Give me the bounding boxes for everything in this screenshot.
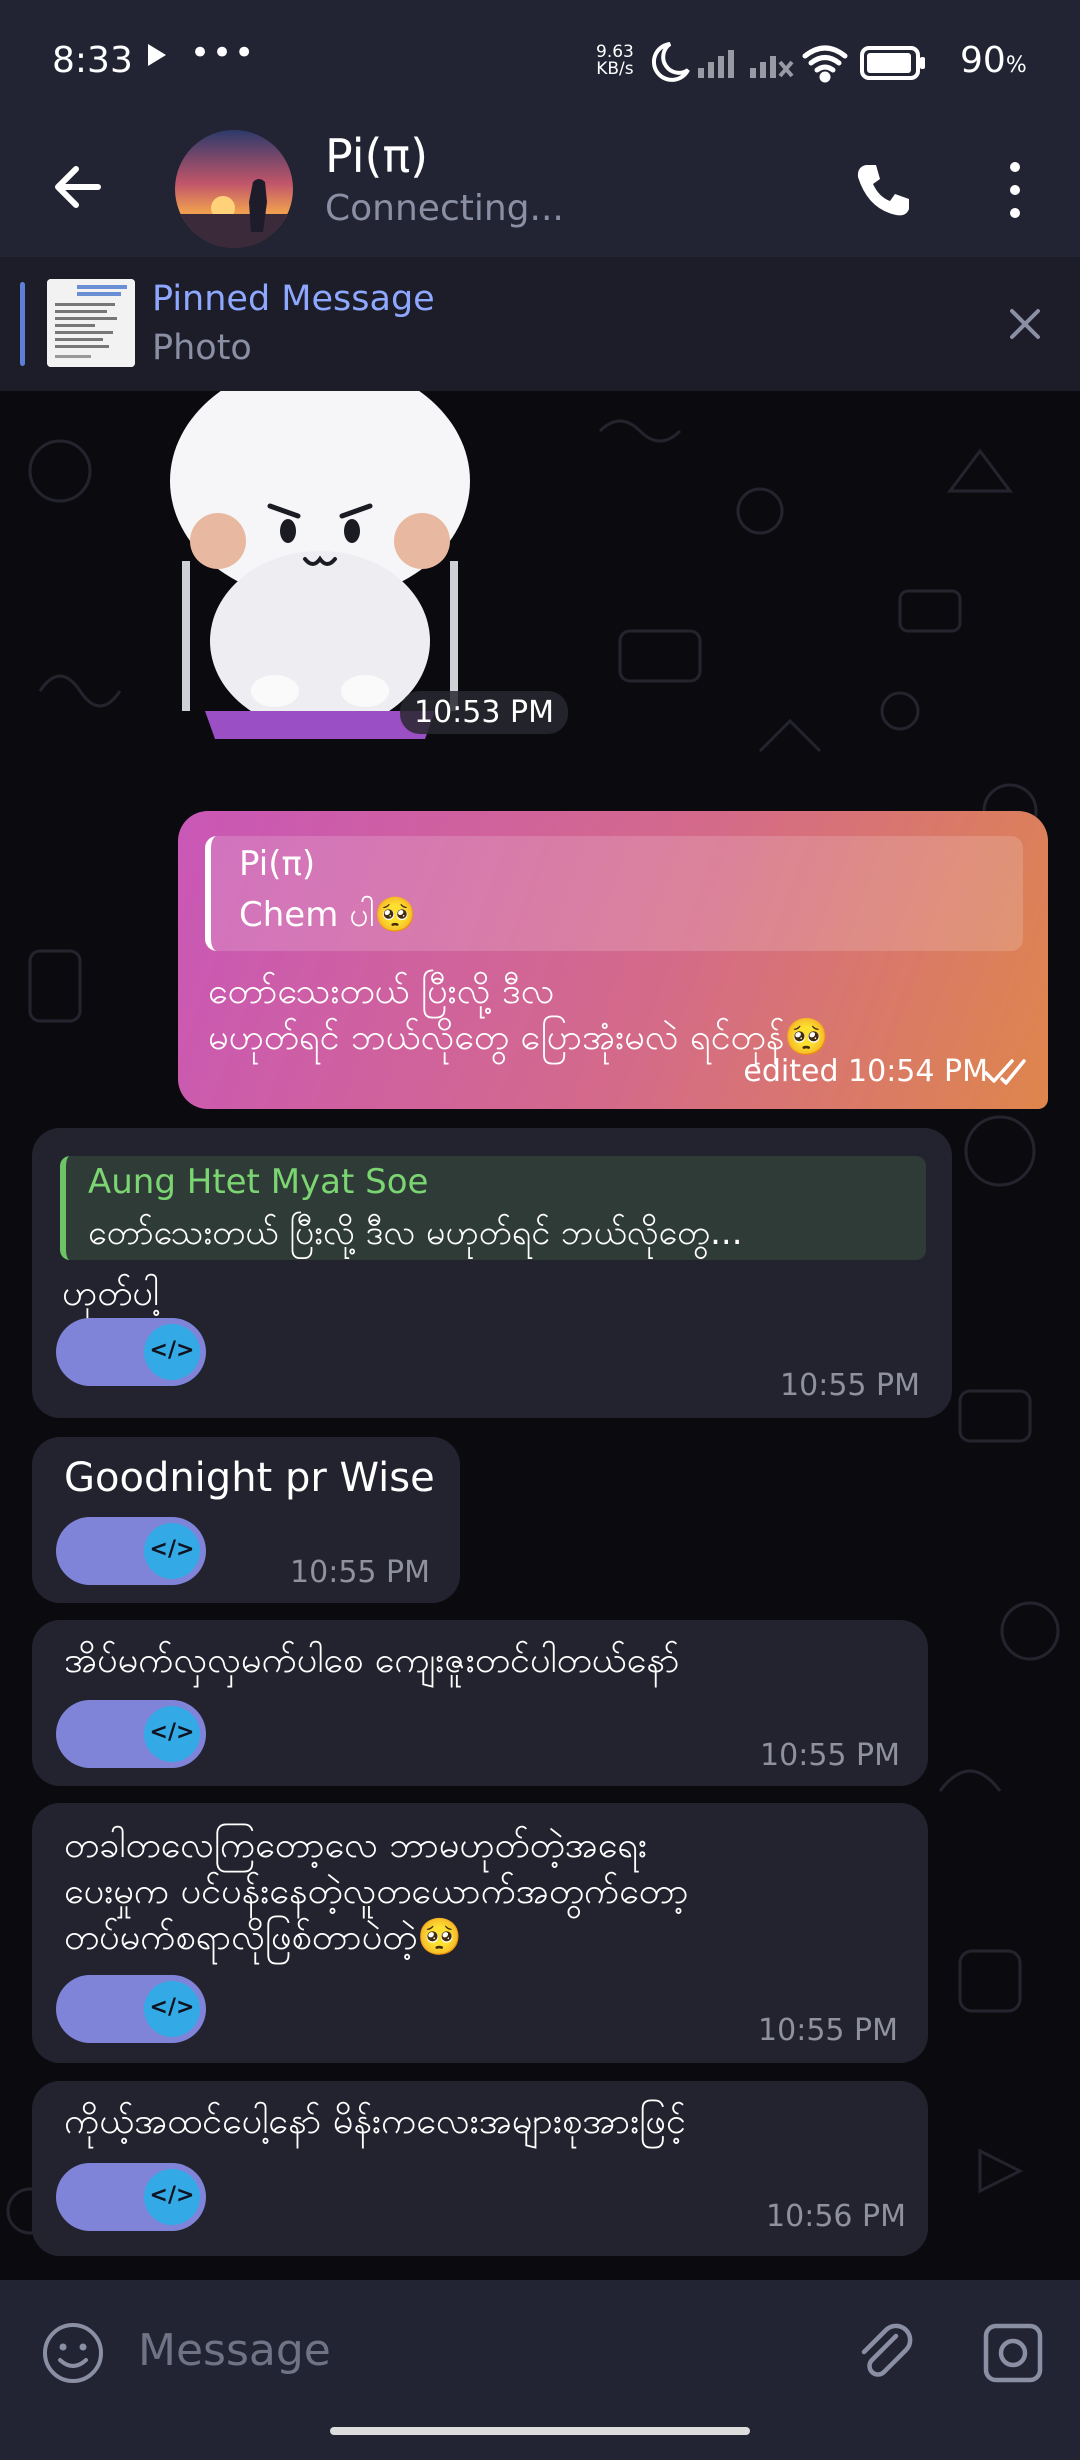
message-text: Goodnight pr Wise [64, 1455, 435, 1501]
pinned-subtitle: Photo [152, 328, 252, 368]
message-text: ကိုယ့်အထင်ပေါ့နော် မိန်းကလေးအများစုအားဖြ… [64, 2101, 686, 2142]
pinned-message-bar[interactable]: Pinned Message Photo [0, 257, 1080, 391]
message-text: အိပ်မက်လှလှမက်ပါစေ ကျေးဇူးတင်ပါတယ်နော် [64, 1640, 680, 1681]
status-bar: 8:33 ••• 9.63 KB/s 90% [0, 0, 1080, 125]
status-time: 8:33 [52, 40, 133, 81]
message-time: 10:55 PM [290, 1555, 430, 1590]
message-time: 10:55 PM [758, 2013, 898, 2048]
reply-quote[interactable]: Aung Htet Myat Soe တော်သေးတယ် ပြီးလို့ ဒ… [60, 1156, 926, 1260]
incoming-message[interactable]: အိပ်မက်လှလှမက်ပါစေ ကျေးဇူးတင်ပါတယ်နော် <… [32, 1620, 928, 1786]
reply-author: Pi(π) [239, 844, 316, 884]
message-text: တခါတလေကြတော့လေ ဘာမဟုတ်တဲ့အရေး ပေးမှုက ပင… [64, 1825, 689, 1958]
message-time: 10:55 PM [780, 1368, 920, 1403]
camera-icon[interactable] [980, 2320, 1046, 2386]
reply-quote[interactable]: Pi(π) Chem ပါ🥺 [205, 836, 1023, 951]
message-list[interactable]: 10:53 PM Pi(π) Chem ပါ🥺 တော်သေးတယ် ပြီးလ… [0, 391, 1080, 2280]
back-arrow-icon[interactable] [46, 155, 110, 219]
incoming-message[interactable]: Goodnight pr Wise </> 10:55 PM [32, 1437, 460, 1603]
chat-title: Pi(π) [325, 129, 429, 183]
message-input[interactable] [136, 2310, 790, 2390]
battery-icon [860, 46, 925, 80]
reply-text: တော်သေးတယ် ပြီးလို့ ဒီလ မဟုတ်ရင် ဘယ်လိုတ… [88, 1213, 743, 1253]
signal-icon [698, 50, 734, 78]
message-time: 10:56 PM [766, 2199, 906, 2234]
sticker-time: 10:53 PM [400, 691, 568, 734]
reply-text: Chem ပါ🥺 [239, 895, 417, 935]
reply-author: Aung Htet Myat Soe [88, 1162, 429, 1202]
network-speed: 9.63 KB/s [596, 44, 634, 78]
paperclip-icon[interactable] [850, 2316, 920, 2386]
pinned-indicator [20, 282, 25, 366]
incoming-message[interactable]: Aung Htet Myat Soe တော်သေးတယ် ပြီးလို့ ဒ… [32, 1128, 952, 1418]
outgoing-message[interactable]: Pi(π) Chem ပါ🥺 တော်သေးတယ် ပြီးလို့ ဒီလ မ… [178, 811, 1048, 1109]
more-vert-icon[interactable] [1000, 155, 1030, 225]
play-status-icon [148, 44, 166, 66]
wifi-icon [802, 45, 848, 83]
chat-header: Pi(π) Connecting... [0, 125, 1080, 257]
toggle-switch[interactable]: </> [56, 1517, 206, 1585]
toggle-switch[interactable]: </> [56, 2163, 206, 2231]
more-notifications-icon: ••• [190, 33, 257, 73]
code-icon: </> [144, 2169, 200, 2225]
code-icon: </> [144, 1324, 200, 1380]
emoji-icon[interactable] [40, 2320, 106, 2386]
system-nav-bar [0, 2415, 1080, 2460]
status-icons [651, 42, 925, 83]
message-time: edited 10:54 PM [743, 1054, 988, 1089]
message-text: ဟုတ်ပါ့ [62, 1273, 160, 1314]
close-icon[interactable] [1000, 299, 1050, 349]
avatar[interactable] [175, 130, 293, 248]
message-text: တော်သေးတယ် ပြီးလို့ ဒီလ မဟုတ်ရင် ဘယ်လိုတ… [208, 971, 830, 1058]
message-time: 10:55 PM [760, 1738, 900, 1773]
phone-icon[interactable] [848, 155, 918, 225]
code-icon: </> [144, 1981, 200, 2037]
double-check-icon [984, 1059, 1026, 1085]
battery-percent: 90% [960, 40, 1027, 81]
toggle-switch[interactable]: </> [56, 1975, 206, 2043]
code-icon: </> [144, 1706, 200, 1762]
home-gesture-bar[interactable] [330, 2427, 750, 2435]
network-speed-unit: KB/s [596, 59, 634, 79]
pinned-title: Pinned Message [152, 279, 435, 319]
toggle-switch[interactable]: </> [56, 1700, 206, 1768]
moon-icon [651, 42, 690, 82]
pinned-thumbnail [47, 279, 135, 367]
composer [0, 2280, 1080, 2415]
code-icon: </> [144, 1523, 200, 1579]
incoming-message[interactable]: တခါတလေကြတော့လေ ဘာမဟုတ်တဲ့အရေး ပေးမှုက ပင… [32, 1803, 928, 2063]
connection-status: Connecting... [325, 188, 564, 229]
signal-off-icon [750, 56, 794, 78]
toggle-switch[interactable]: </> [56, 1318, 206, 1386]
incoming-message[interactable]: ကိုယ့်အထင်ပေါ့နော် မိန်းကလေးအများစုအားဖြ… [32, 2081, 928, 2256]
